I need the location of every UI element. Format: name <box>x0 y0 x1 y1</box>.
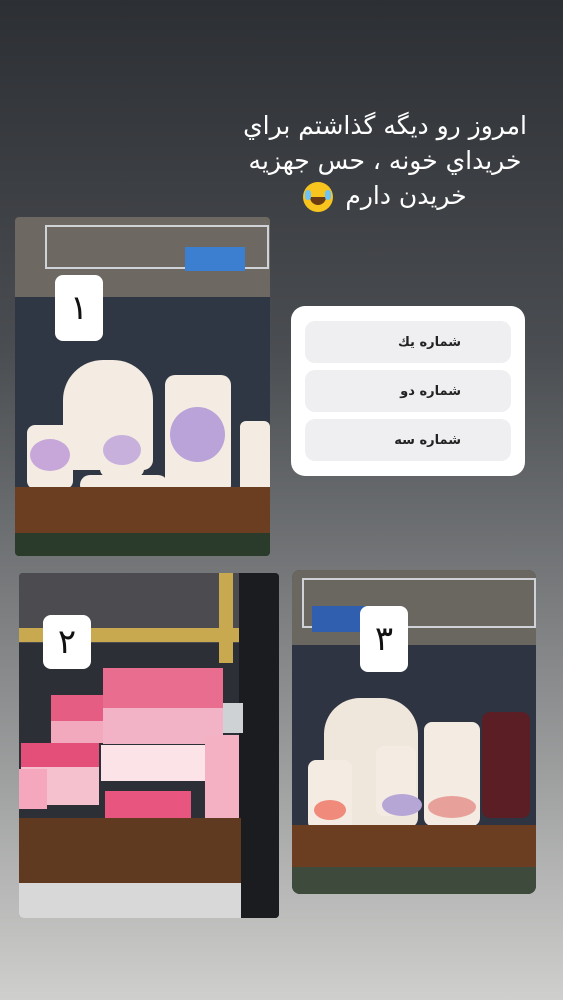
product-photo-2: ٢ <box>19 573 279 918</box>
story-caption: امروز رو ديگه گذاشتم براي خريداي خونه ، … <box>240 108 530 213</box>
laughing-emoji-icon <box>303 182 334 212</box>
poll-option-1[interactable]: شماره يك <box>305 321 511 363</box>
product-photo-1: ١ <box>15 217 270 556</box>
photo-number-3-text: ٣ <box>374 619 394 659</box>
product-photo-3: ٣ <box>292 570 536 894</box>
photo-number-1-text: ١ <box>69 288 89 328</box>
poll-option-2-label: شماره دو <box>400 383 461 399</box>
photo-number-2: ٢ <box>43 615 91 669</box>
poll-option-2[interactable]: شماره دو <box>305 370 511 412</box>
poll-option-3-label: شماره سه <box>394 432 461 448</box>
poll-option-1-label: شماره يك <box>397 334 461 350</box>
poll-option-3[interactable]: شماره سه <box>305 419 511 461</box>
photo-number-2-text: ٢ <box>57 622 77 662</box>
caption-text: امروز رو ديگه گذاشتم براي خريداي خونه ، … <box>243 111 527 210</box>
photo-number-1: ١ <box>55 275 103 341</box>
poll-sticker: شماره يك شماره دو شماره سه <box>291 306 525 476</box>
photo-number-3: ٣ <box>360 606 408 672</box>
